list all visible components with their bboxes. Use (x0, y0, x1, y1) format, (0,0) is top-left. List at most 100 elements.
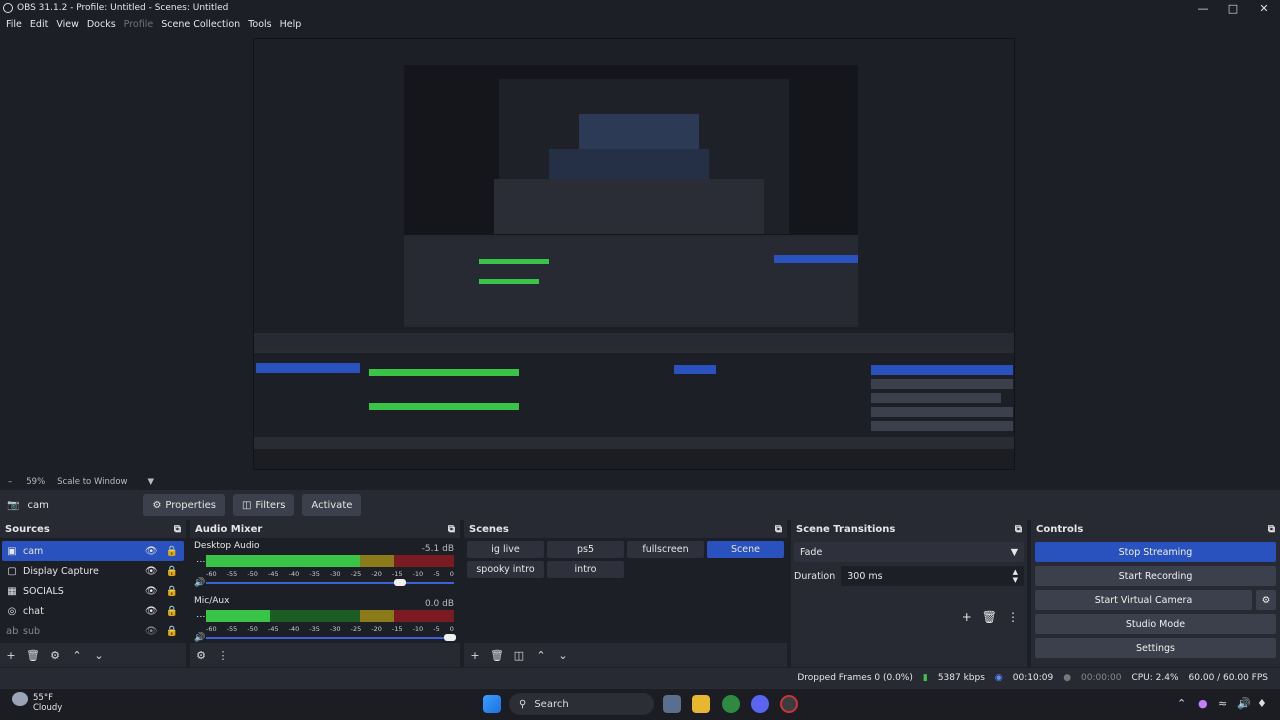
chevron-down-icon[interactable]: ⌄ (92, 648, 106, 662)
volume-knob[interactable] (394, 579, 407, 586)
stop-streaming-button[interactable]: Stop Streaming (1035, 542, 1276, 562)
microphone-icon[interactable]: ● (1198, 697, 1208, 710)
start-recording-button[interactable]: Start Recording (1035, 566, 1276, 586)
transition-type-select[interactable]: Fade ▼ (794, 542, 1024, 562)
minimize-icon[interactable]: — (1187, 0, 1219, 16)
settings-button[interactable]: Settings (1035, 638, 1276, 658)
undock-icon[interactable]: ⧉ (448, 524, 455, 535)
undock-icon[interactable]: ⧉ (1015, 524, 1022, 535)
mixer-channels: Desktop Audio -5.1 dB ⋮ -60 -55 -50 -45 -40-… (190, 538, 460, 643)
task-view-icon[interactable] (663, 695, 681, 713)
chevron-up-icon[interactable]: ⌃ (1177, 697, 1186, 710)
advanced-audio-icon[interactable]: ⚙ (194, 648, 208, 662)
trash-icon[interactable]: 🗑 (26, 648, 40, 662)
scene-scene[interactable]: Scene (707, 541, 784, 558)
menu-profile[interactable]: Profile (120, 19, 158, 30)
zoom-level: 59% (26, 477, 46, 487)
tick: -45 (267, 570, 279, 578)
menu-dots-icon[interactable]: ⋮ (216, 648, 230, 662)
filters-button[interactable]: ◫ Filters (232, 494, 295, 516)
scene-fullscreen[interactable]: fullscreen (627, 541, 704, 558)
taskbar-search[interactable]: ⚲ Search (509, 693, 654, 715)
chevron-down-icon: ▼ (1010, 546, 1018, 558)
obs-taskbar-icon[interactable] (780, 695, 798, 713)
trash-icon[interactable]: 🗑 (982, 610, 997, 624)
scene-ps5[interactable]: ps5 (547, 541, 624, 558)
spin-arrows-icon[interactable]: ▲ ▼ (1013, 568, 1018, 584)
scene-ig-live[interactable]: ig live (467, 541, 544, 558)
tick: -55 (226, 625, 238, 633)
source-item-sub[interactable]: ab sub 👁 🔒 (2, 621, 184, 641)
chrome-icon[interactable] (722, 695, 740, 713)
wifi-icon[interactable]: ≈ (1218, 697, 1227, 710)
volume-knob[interactable] (444, 634, 457, 641)
speaker-icon[interactable]: 🔊 (194, 633, 205, 643)
add-icon[interactable]: + (468, 648, 482, 662)
eye-icon[interactable]: 👁 (145, 566, 158, 577)
close-icon[interactable]: ✕ (1248, 0, 1280, 16)
properties-button[interactable]: ⚙ Properties (143, 494, 225, 516)
start-virtual-camera-button[interactable]: Start Virtual Camera (1035, 590, 1252, 610)
speaker-icon[interactable]: 🔊 (194, 578, 205, 588)
zoom-out-icon[interactable]: – (8, 477, 12, 487)
source-item-cam[interactable]: ▣ cam 👁 🔒 (2, 541, 184, 561)
lock-icon[interactable]: 🔒 (166, 626, 178, 637)
source-item-chat[interactable]: ◎ chat 👁 🔒 (2, 601, 184, 621)
bell-icon[interactable]: ♦ (1257, 697, 1267, 710)
source-item-display-capture[interactable]: ▢ Display Capture 👁 🔒 (2, 561, 184, 581)
gear-icon[interactable]: ⚙ (48, 648, 62, 662)
properties-label: Properties (165, 499, 216, 511)
undock-icon[interactable]: ⧉ (174, 524, 181, 535)
trash-icon[interactable]: 🗑 (490, 648, 504, 662)
add-icon[interactable]: + (962, 610, 972, 624)
chevron-up-icon[interactable]: ⌃ (70, 648, 84, 662)
scale-mode-dropdown[interactable]: Scale to Window (57, 477, 127, 487)
duration-label: Duration (794, 570, 836, 582)
menu-tools[interactable]: Tools (244, 19, 275, 30)
menu-docks[interactable]: Docks (83, 19, 120, 30)
menu-scene-collection[interactable]: Scene Collection (157, 19, 244, 30)
weather-icon[interactable] (12, 692, 28, 706)
lock-icon[interactable]: 🔒 (166, 606, 178, 617)
maximize-icon[interactable]: □ (1217, 0, 1249, 16)
studio-mode-button[interactable]: Studio Mode (1035, 614, 1276, 634)
scene-spooky-intro[interactable]: spooky intro (467, 561, 544, 578)
add-icon[interactable]: + (4, 648, 18, 662)
menu-file[interactable]: File (2, 19, 26, 30)
volume-icon[interactable]: 🔊 (1237, 697, 1251, 710)
channel-menu-icon[interactable]: ⋮ (195, 557, 205, 564)
volume-slider[interactable] (206, 579, 454, 586)
channel-menu-icon[interactable]: ⋮ (195, 612, 205, 619)
menu-help[interactable]: Help (276, 19, 306, 30)
lock-icon[interactable]: 🔒 (166, 566, 178, 577)
eye-icon[interactable]: 👁 (145, 546, 158, 557)
eye-icon[interactable]: 👁 (145, 606, 158, 617)
chevron-down-icon[interactable]: ⌄ (556, 648, 570, 662)
cpu-usage: CPU: 2.4% (1131, 673, 1179, 683)
undock-icon[interactable]: ⧉ (775, 524, 782, 535)
gear-icon[interactable]: ⚙ (1256, 590, 1276, 610)
menu-dots-icon[interactable]: ⋮ (1007, 610, 1019, 624)
chevron-down-icon[interactable]: ▼ (147, 477, 154, 487)
windows-start-icon[interactable] (483, 695, 501, 713)
eye-hidden-icon[interactable]: 👁 (145, 626, 158, 637)
volume-slider[interactable] (206, 634, 457, 641)
lock-icon[interactable]: 🔒 (166, 586, 178, 597)
eye-icon[interactable]: 👁 (145, 586, 158, 597)
chevron-up-icon[interactable]: ⌃ (534, 648, 548, 662)
filter-icon[interactable]: ◫ (512, 648, 526, 662)
tick: -35 (309, 570, 320, 578)
duration-spinbox[interactable]: 300 ms ▲ ▼ (841, 566, 1024, 586)
lock-icon[interactable]: 🔒 (166, 546, 178, 557)
source-item-socials[interactable]: ▦ SOCIALS 👁 🔒 (2, 581, 184, 601)
scene-intro[interactable]: intro (547, 561, 624, 578)
activate-button[interactable]: Activate (302, 494, 362, 516)
sources-list: ▣ cam 👁 🔒 ▢ Display Capture 👁 🔒 ▦ SOCIALS 👁 🔒 ◎ ch… (0, 538, 186, 643)
audio-meter (206, 555, 454, 567)
menu-edit[interactable]: Edit (26, 19, 52, 30)
file-explorer-icon[interactable] (692, 695, 710, 713)
discord-icon[interactable] (751, 695, 769, 713)
weather-widget[interactable]: 55°F Cloudy (33, 693, 62, 713)
menu-view[interactable]: View (52, 19, 83, 30)
undock-icon[interactable]: ⧉ (1268, 524, 1275, 535)
